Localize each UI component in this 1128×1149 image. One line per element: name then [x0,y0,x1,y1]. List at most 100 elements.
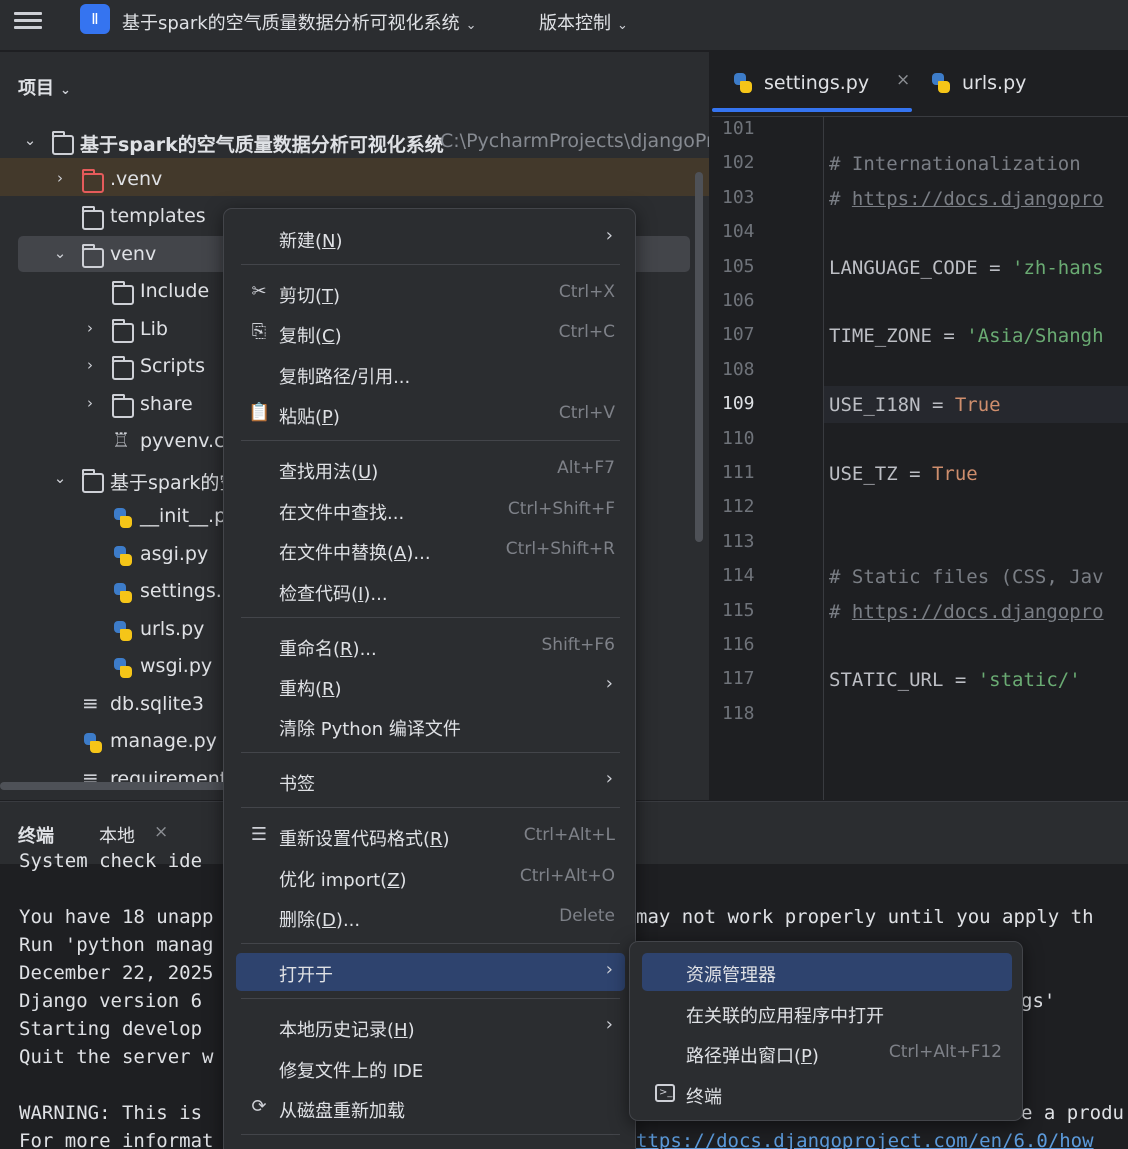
close-icon[interactable]: × [896,70,910,90]
menu-item-label: 在文件中查找... [279,503,405,524]
code-link[interactable]: https://docs.djangopro [852,601,1104,623]
vertical-scrollbar[interactable] [695,172,703,542]
code-token: USE_I18N = [829,394,955,417]
menu-separator [241,752,620,753]
package-folder-icon [82,469,104,493]
menu-item-delete[interactable]: 删除(D)... Delete [236,898,625,936]
chevron-right-icon[interactable]: › [82,319,98,337]
chevron-down-icon: ⌄ [60,83,71,98]
project-badge[interactable]: Ⅱ [80,4,110,34]
chevron-right-icon: › [605,1014,613,1035]
terminal-title: 终端 [18,826,54,847]
chevron-down-icon[interactable]: ⌄ [22,131,38,149]
tab-local[interactable]: 本地 [99,822,135,848]
terminal-line-fragment: may not work properly until you apply th [636,906,1094,928]
tree-item-label: asgi.py [140,543,209,565]
tree-item-label: share [140,393,193,415]
project-selector[interactable]: 基于spark的空气质量数据分析可视化系统 ⌄ [122,9,477,35]
python-file-icon [930,72,952,94]
scissors-icon: ✂ [251,281,267,302]
code-line: # https://docs.djangopro [829,601,1104,623]
submenu-item-path-popup[interactable]: 路径弹出窗口(P) Ctrl+Alt+F12 [642,1034,1012,1072]
line-number: 110 [722,427,755,449]
line-number: 113 [722,530,755,552]
submenu-item-terminal[interactable]: >_ 终端 [642,1075,1012,1113]
menu-item-find-usages[interactable]: 查找用法(U) Alt+F7 [236,450,625,488]
code-token: # [829,187,852,210]
code-token: True [931,463,978,485]
chevron-right-icon[interactable]: › [82,356,98,374]
terminal-icon: >_ [655,1084,675,1102]
menu-item-label: 重新设置代码格式(R) [279,829,450,850]
submenu-item-associated-app[interactable]: 在关联的应用程序中打开 [642,994,1012,1032]
menu-item-copy[interactable]: ⎘ 复制(C) Ctrl+C [236,314,625,352]
line-number: 109 [722,393,755,415]
code-line: LANGUAGE_CODE = 'zh-hans [829,257,1104,279]
submenu-item-explorer[interactable]: 资源管理器 [642,953,1012,991]
tree-item[interactable]: ⌄ 基于spark的空气质量数据分析可视化系统 C:\PycharmProjects… [0,124,709,161]
terminal-line: WARNING: This is [19,1102,203,1124]
menu-item-rename[interactable]: 重命名(R)... Shift+F6 [236,627,625,665]
menu-item-shortcut: Ctrl+Shift+R [505,539,615,559]
python-file-icon [112,545,134,566]
folder-icon [112,356,134,380]
line-number: 117 [722,668,755,690]
code-link[interactable]: https://docs.djangopro [852,188,1104,210]
config-icon: ♖ [112,428,130,452]
menu-item-cut[interactable]: ✂ 剪切(T) Ctrl+X [236,274,625,312]
menu-item-repair-ide[interactable]: 修复文件上的 IDE [236,1049,625,1087]
terminal-line: Run 'python manag [19,934,214,956]
tree-item-label: __init__.p [140,505,227,527]
chevron-down-icon[interactable]: ⌄ [52,244,68,262]
tab-label: urls.py [962,72,1027,94]
code-token: STATIC_URL = [829,669,978,692]
line-number: 111 [722,462,755,483]
menu-item-shortcut: Delete [559,906,615,926]
submenu-item-label: 在关联的应用程序中打开 [686,1006,884,1027]
code-token: # [829,600,852,623]
editor-tabs: settings.py × urls.py [712,52,1128,117]
menu-separator [241,807,620,808]
menu-item-local-history[interactable]: 本地历史记录(H) › [236,1008,625,1046]
tree-item[interactable]: › .venv [0,162,709,199]
chevron-down-icon: ⌄ [617,18,628,33]
context-menu: 新建(N) › ✂ 剪切(T) Ctrl+X ⎘ 复制(C) Ctrl+C 复制路径/引用...… [223,208,636,1149]
menu-item-find-in-files[interactable]: 在文件中查找... Ctrl+Shift+F [236,491,625,529]
menu-separator [241,943,620,944]
menu-item-optimize-imports[interactable]: 优化 import(Z) Ctrl+Alt+O [236,858,625,896]
terminal-line: Starting develop [19,1018,203,1040]
tree-item-label: 基于spark的空 [110,472,239,494]
menu-item-new[interactable]: 新建(N) › [236,219,625,257]
line-number: 102 [722,152,755,174]
terminal-link[interactable]: ttps://docs.djangoproject.com/en/6.0/how [636,1130,1094,1149]
python-file-icon [82,732,104,753]
close-icon[interactable]: × [154,822,168,842]
chevron-down-icon[interactable]: ⌄ [52,469,68,487]
line-number: 112 [722,496,755,518]
menu-item-refactor[interactable]: 重构(R) › [236,667,625,705]
chevron-right-icon[interactable]: › [82,394,98,412]
menu-item-clean-python[interactable]: 清除 Python 编译文件 [236,707,625,745]
menu-item-inspect-code[interactable]: 检查代码(I)... [236,572,625,610]
submenu-item-label: 资源管理器 [686,965,776,986]
python-file-icon [112,657,134,678]
code-token: TIME_ZONE = [829,325,967,348]
menu-item-reformat-code[interactable]: ☰ 重新设置代码格式(R) Ctrl+Alt+L [236,817,625,855]
menu-item-label: 清除 Python 编译文件 [279,719,461,740]
menu-item-reload-from-disk[interactable]: ⟳ 从磁盘重新加载 [236,1089,625,1127]
menu-item-open-in[interactable]: 打开于 › [236,953,625,991]
code-token: USE_TZ = [829,463,932,485]
tab-label: settings.py [764,72,870,94]
project-panel-header[interactable]: 项目 ⌄ [18,74,71,100]
line-number: 115 [722,599,755,621]
vcs-menu[interactable]: 版本控制 ⌄ [539,9,628,35]
main-menu-icon[interactable] [14,8,42,34]
code-token: 'zh-hans [1012,256,1104,279]
chevron-right-icon[interactable]: › [52,169,68,187]
menu-item-bookmarks[interactable]: 书签 › [236,762,625,800]
menu-item-copy-path[interactable]: 复制路径/引用... [236,355,625,393]
code-line: USE_TZ = True [829,463,978,485]
menu-item-label: 剪切(T) [279,286,341,307]
menu-item-replace-in-files[interactable]: 在文件中替换(A)... Ctrl+Shift+R [236,531,625,569]
menu-item-paste[interactable]: 📋 粘贴(P) Ctrl+V [236,395,625,433]
